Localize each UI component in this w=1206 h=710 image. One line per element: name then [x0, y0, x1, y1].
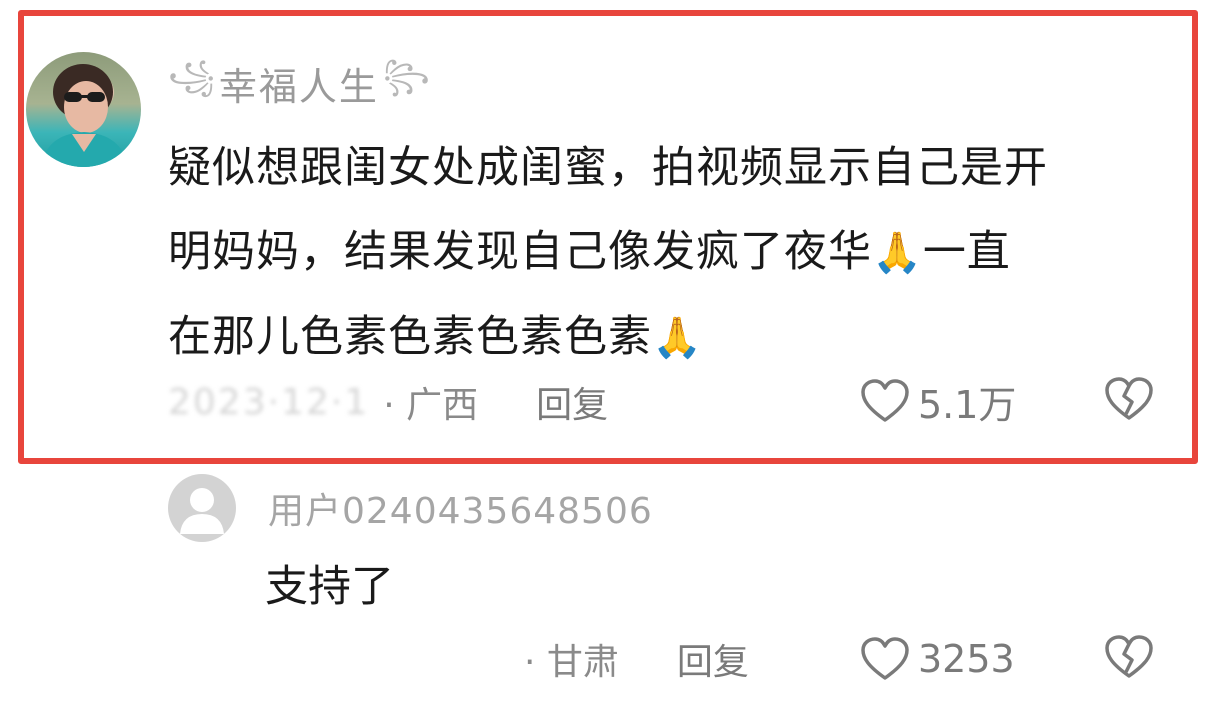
- reply-like-button[interactable]: 3253: [860, 634, 1015, 684]
- avatar-photo: [41, 64, 128, 167]
- comment-line: 在那儿色素色素色素色素🙏: [168, 312, 703, 362]
- reply-body: 支持了: [265, 562, 394, 612]
- reply-location: · 甘肃: [524, 642, 619, 683]
- praying-hands-icon: 🙏: [652, 315, 703, 361]
- like-button[interactable]: 5.1万: [860, 376, 1017, 427]
- username[interactable]: ꧁ 幸福人生 ꧂: [168, 58, 430, 109]
- reply-like-count: 3253: [918, 637, 1015, 681]
- decorative-flourish-icon: ꧂: [382, 58, 430, 94]
- comment-location: · 广西: [383, 385, 479, 426]
- comment-meta: 2023·12·1 · 广西 回复: [168, 377, 608, 427]
- reply-avatar[interactable]: [168, 474, 236, 542]
- dislike-button[interactable]: [1104, 376, 1154, 426]
- comment-line: 明妈妈，结果发现自己像发疯了夜华🙏一直: [168, 227, 1011, 277]
- default-user-icon: [180, 488, 224, 534]
- decorative-flourish-icon: ꧁: [168, 58, 215, 94]
- like-count: 5.1万: [918, 382, 1017, 427]
- broken-heart-icon: [1105, 377, 1153, 420]
- reply-meta: · 甘肃 回复: [524, 634, 749, 684]
- heart-icon: [860, 378, 910, 424]
- broken-heart-icon: [1105, 635, 1153, 678]
- reply-button[interactable]: 回复: [677, 633, 749, 685]
- username-text: 幸福人生: [218, 64, 379, 109]
- comment-line: 疑似想跟闺女处成闺蜜，拍视频显示自己是开: [168, 143, 1048, 193]
- praying-hands-icon: 🙏: [872, 230, 923, 276]
- reply-button[interactable]: 回复: [536, 376, 608, 428]
- reply-dislike-button[interactable]: [1104, 634, 1154, 684]
- comment-body: 疑似想跟闺女处成闺蜜，拍视频显示自己是开 明妈妈，结果发现自己像发疯了夜华🙏一直…: [168, 126, 1178, 380]
- comment-date: 2023·12·1: [168, 381, 370, 423]
- avatar[interactable]: [26, 52, 141, 167]
- reply-username[interactable]: 用户0240435648506: [268, 482, 653, 534]
- heart-icon: [860, 636, 910, 682]
